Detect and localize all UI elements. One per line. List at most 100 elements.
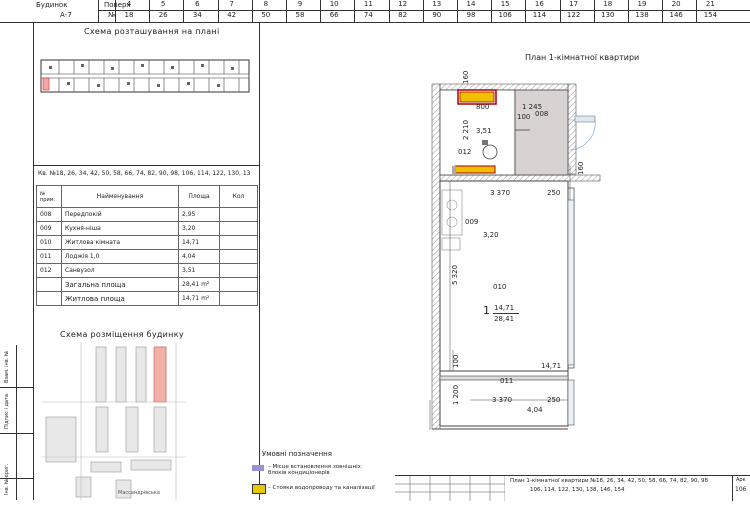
total-label: Загальна площа [61, 277, 179, 292]
room-011-label: 011 [500, 377, 514, 385]
room-area: 14,71 [178, 235, 220, 250]
street-label: Массандрівська [118, 490, 160, 496]
number-cell: 114 [532, 11, 547, 19]
sig-label: Підпис і дата [4, 394, 10, 429]
col-area-header: Площа [178, 185, 220, 208]
room-name: Лоджія 1,0 [61, 249, 179, 264]
room-010-label: 010 [493, 283, 507, 291]
number-cell: 42 [227, 11, 237, 19]
title-text-2: 106, 114, 122, 130, 138, 146, 154 [530, 487, 625, 493]
apt-living: 14,71 [494, 304, 515, 312]
floor-scheme-title: Схема розташування на плані [84, 27, 220, 36]
legend-swatch-risers [252, 484, 266, 494]
room-012-area: 3,51 [476, 127, 492, 135]
dim-3370b: 3 370 [492, 396, 513, 404]
floor-cell: 21 [705, 0, 715, 8]
legend-swatch-ac [252, 465, 264, 471]
floor-cell: 20 [671, 0, 681, 8]
floor-cell: 16 [534, 0, 544, 8]
number-cell: 82 [398, 11, 408, 19]
floor-cell: 19 [637, 0, 647, 8]
room-name: Кухня-ніша [61, 221, 179, 236]
living-row: Житлова площа 14,71 m² [36, 291, 258, 306]
title-block-grid [395, 476, 506, 501]
number-cell: 146 [669, 11, 683, 19]
dim-100: 100 [517, 113, 531, 121]
floor-cell: 14 [466, 0, 476, 8]
floor-scheme-drawing [40, 59, 250, 93]
room-num: 009 [36, 221, 62, 236]
number-cell: 90 [432, 11, 442, 19]
table-row: 008 Передпокій 2,95 [36, 207, 258, 222]
dim-100b: 100 [452, 354, 460, 368]
room-name: Житлова кімната [61, 235, 179, 250]
living-label: Житлова площа [61, 291, 179, 306]
dim-160: 160 [462, 70, 470, 84]
room-num: 008 [36, 207, 62, 222]
total-value: 28,41 m² [178, 277, 220, 292]
title-text-1: План 1-кімнатної квартири №18, 26, 34, 4… [510, 478, 708, 484]
building-label: Будинок [36, 1, 68, 9]
number-cell: 122 [566, 11, 581, 19]
legend-item-risers: – Стояки водопроводу та каналізації [268, 485, 375, 491]
dim-3370a: 3 370 [490, 189, 511, 197]
building-value: А-7 [60, 11, 72, 19]
number-cell: 74 [363, 11, 373, 19]
inv-label: Інв. № ориг. [4, 463, 10, 495]
floor-cell: 12 [398, 0, 408, 8]
number-cell: 26 [158, 11, 168, 19]
room-area: 3,20 [178, 221, 220, 236]
building-scheme-title: Схема розміщення будинку [60, 330, 184, 339]
sheet-cell: Арк 106 [732, 476, 750, 501]
floor-cell: 7 [229, 0, 234, 8]
number-cell: 50 [261, 11, 271, 19]
floor-cell: 8 [263, 0, 269, 8]
title-block: План 1-кімнатної квартири №18, 26, 34, 4… [395, 475, 750, 501]
floor-cell: 6 [195, 0, 200, 8]
floor-cell: 11 [363, 0, 373, 8]
replace-label: Взам. інв. № [4, 350, 10, 383]
floor-cell: 5 [160, 0, 166, 8]
stamp-column: Взам. інв. № Підпис і дата Інв. № ориг. [0, 345, 34, 500]
number-cell: 66 [329, 11, 339, 19]
number-cell: 34 [192, 11, 202, 19]
site-plan-drawing [41, 342, 186, 500]
number-cell: 98 [466, 11, 476, 19]
room-012-label: 012 [458, 148, 472, 156]
number-cell: 154 [703, 11, 718, 19]
sheet-value: 106 [735, 486, 747, 493]
room-area: 4,04 [178, 249, 220, 264]
table-row: 012 Санвузол 3,51 [36, 263, 258, 278]
header-table: Будинок А-7 Поверх № 4 18 5 26 6 34 7 42 8 50 9 58 1… [0, 0, 750, 23]
living-value: 14,71 m² [178, 291, 220, 306]
floor-cell: 10 [329, 0, 339, 8]
col-name-header: Найменування [61, 185, 179, 208]
apt-total: 28,41 [494, 315, 515, 323]
table-row: 010 Житлова кімната 14,71 [36, 235, 258, 250]
room-010-area: 14,71 [541, 362, 562, 370]
room-num: 011 [36, 249, 62, 264]
apt-number: 1 [483, 304, 490, 317]
dim-160b: 160 [577, 161, 585, 175]
room-009-label: 009 [465, 218, 479, 226]
legend-item-ac: – Місце встановлення зовнішніх блоків ко… [268, 464, 361, 476]
room-name: Передпокій [61, 207, 179, 222]
legend-title: Умовні позначення [262, 450, 332, 458]
total-row: Загальна площа 28,41 m² [36, 277, 258, 292]
plan-title: План 1-кімнатної квартири [525, 53, 640, 62]
number-cell: 138 [635, 11, 649, 19]
room-area: 3,51 [178, 263, 220, 278]
number-cell: 18 [124, 11, 134, 19]
room-num: 012 [36, 263, 62, 278]
room-num: 010 [36, 235, 62, 250]
dim-1200: 1 200 [452, 384, 460, 405]
apartments-line: Кв. №18, 26, 34, 42, 50, 58, 66, 74, 82,… [38, 170, 251, 177]
apartment-plan [429, 83, 601, 430]
floor-cell: 18 [603, 0, 613, 8]
number-cell: 106 [498, 11, 512, 19]
col-num-header: № прим. [36, 185, 62, 208]
room-008-label: 008 [535, 110, 549, 118]
rooms-table: № прим. Найменування Площа Кол 008 Перед… [36, 185, 258, 306]
dim-250b: 250 [547, 396, 561, 404]
dim-2210: 2 210 [462, 119, 470, 140]
